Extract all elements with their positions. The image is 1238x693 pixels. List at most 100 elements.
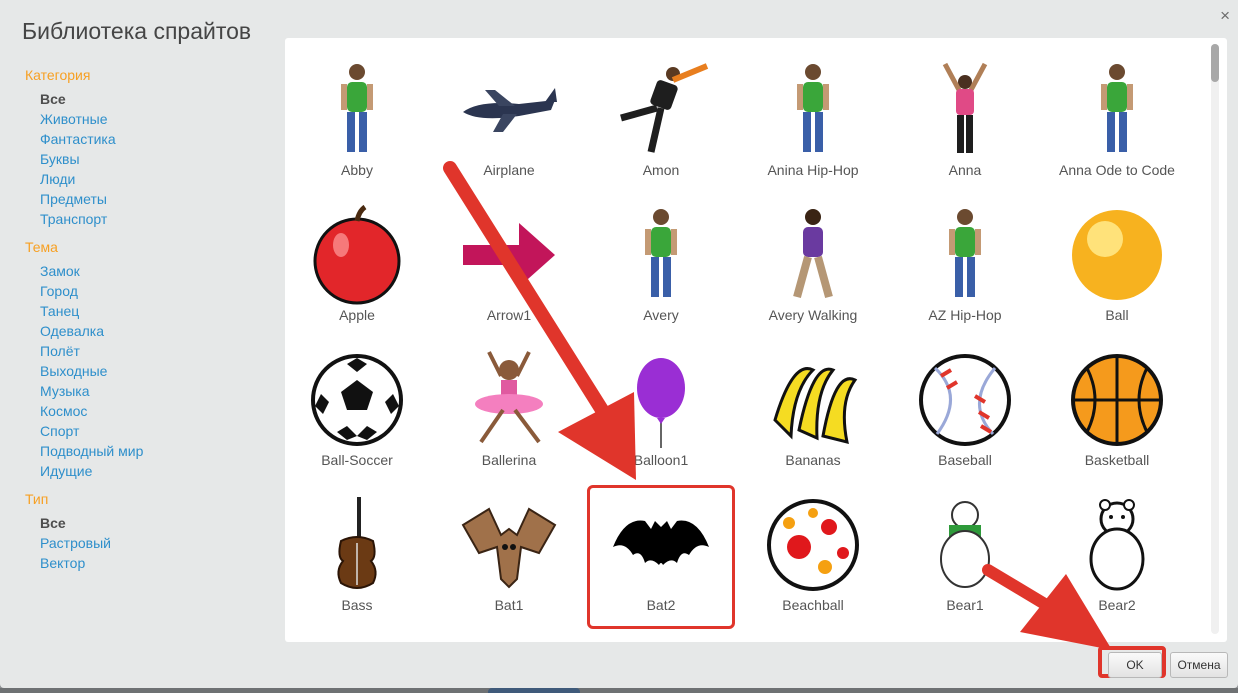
person-arms-up-icon bbox=[942, 62, 988, 153]
bananas-icon bbox=[773, 367, 858, 445]
sprite-name: Bat2 bbox=[646, 597, 676, 613]
beachball-icon bbox=[767, 499, 859, 591]
cancel-button[interactable]: Отмена bbox=[1170, 652, 1228, 678]
sprite-item[interactable]: Bass bbox=[285, 487, 429, 627]
sidebar-filter-item[interactable]: Предметы bbox=[25, 189, 265, 209]
sidebar-filter-item[interactable]: Транспорт bbox=[25, 209, 265, 229]
sprite-item[interactable]: Baseball bbox=[893, 342, 1037, 482]
sprite-item[interactable]: Anna bbox=[893, 52, 1037, 192]
dancer-icon bbox=[620, 63, 709, 153]
sprite-item[interactable]: Balloon1 bbox=[589, 342, 733, 482]
ball-icon bbox=[1072, 210, 1162, 300]
balloon-icon bbox=[637, 358, 685, 448]
sprite-item[interactable]: Bat2 bbox=[587, 485, 735, 629]
sprite-name: Beachball bbox=[782, 597, 844, 613]
sprite-item[interactable]: Ball-Soccer bbox=[285, 342, 429, 482]
sidebar-filter-item[interactable]: Выходные bbox=[25, 361, 265, 381]
sprite-name: Avery Walking bbox=[768, 307, 858, 323]
sprite-item[interactable]: Anina Hip-Hop bbox=[741, 52, 885, 192]
sidebar-filter-item[interactable]: Полёт bbox=[25, 341, 265, 361]
ok-button[interactable]: OK bbox=[1108, 652, 1162, 678]
bear-icon bbox=[940, 501, 990, 588]
apple-icon bbox=[313, 205, 401, 305]
sidebar-filter-item[interactable]: Люди bbox=[25, 169, 265, 189]
sprite-name: Bananas bbox=[785, 452, 841, 468]
sprite-item[interactable]: Basketball bbox=[1045, 342, 1189, 482]
sprite-item[interactable]: Bat1 bbox=[437, 487, 581, 627]
sprite-name: Anna bbox=[948, 162, 982, 178]
airplane-icon bbox=[463, 88, 557, 132]
sprite-name: Anna Ode to Code bbox=[1059, 162, 1175, 178]
sidebar-filter-item[interactable]: Космос bbox=[25, 401, 265, 421]
sidebar-filter-item[interactable]: Растровый bbox=[25, 533, 265, 553]
sidebar-filter-item[interactable]: Одевалка bbox=[25, 321, 265, 341]
sprite-name: Anina Hip-Hop bbox=[767, 162, 859, 178]
sprite-name: Airplane bbox=[483, 162, 535, 178]
sprite-item[interactable]: Anna Ode to Code bbox=[1045, 52, 1189, 192]
person-icon bbox=[645, 209, 677, 297]
sprite-name: AZ Hip-Hop bbox=[928, 307, 1002, 323]
basketball-icon bbox=[1071, 354, 1163, 446]
bat-silhouette-icon bbox=[613, 520, 709, 565]
person-icon bbox=[797, 64, 829, 152]
sprite-name: Bear1 bbox=[946, 597, 984, 613]
sprite-name: Apple bbox=[339, 307, 375, 323]
sprite-item[interactable]: Bear2 bbox=[1045, 487, 1189, 627]
sidebar-group: Тема Замок Город Танец Одевалка Полёт Выходные… bbox=[25, 239, 265, 481]
sidebar-filter-item[interactable]: Все bbox=[25, 513, 265, 533]
sprite-item[interactable]: Avery Walking bbox=[741, 197, 885, 337]
background-tab bbox=[488, 688, 580, 693]
sidebar-filter-item[interactable]: Подводный мир bbox=[25, 441, 265, 461]
scrollbar-thumb[interactable] bbox=[1211, 44, 1219, 82]
sprite-item[interactable]: Airplane bbox=[437, 52, 581, 192]
sprite-name: Balloon1 bbox=[633, 452, 689, 468]
sprite-item[interactable]: Ballerina bbox=[437, 342, 581, 482]
sidebar-filter-item[interactable]: Вектор bbox=[25, 553, 265, 573]
scrollbar[interactable] bbox=[1211, 44, 1219, 634]
sidebar-filter-item[interactable]: Все bbox=[25, 89, 265, 109]
sprite-item[interactable]: Arrow1 bbox=[437, 197, 581, 337]
sprite-item[interactable]: Abby bbox=[285, 52, 429, 192]
close-icon[interactable]: × bbox=[1220, 6, 1230, 26]
sidebar: Категория Все Животные Фантастика Буквы Люди П… bbox=[25, 62, 265, 583]
person-icon bbox=[949, 209, 981, 297]
sprite-item[interactable]: Amon bbox=[589, 52, 733, 192]
sprite-item[interactable]: AZ Hip-Hop bbox=[893, 197, 1037, 337]
background-strip bbox=[0, 688, 1238, 693]
sidebar-filter-item[interactable]: Замок bbox=[25, 261, 265, 281]
sidebar-filter-item[interactable]: Буквы bbox=[25, 149, 265, 169]
sprite-item[interactable]: Bananas bbox=[741, 342, 885, 482]
sprite-name: Amon bbox=[642, 162, 680, 178]
sprite-item[interactable]: Beachball bbox=[741, 487, 885, 627]
sprite-item[interactable]: Avery bbox=[589, 197, 733, 337]
sidebar-filter-item[interactable]: Город bbox=[25, 281, 265, 301]
sprite-name: Baseball bbox=[938, 452, 992, 468]
sprite-name: Abby bbox=[341, 162, 373, 178]
person-walking-icon bbox=[793, 209, 833, 299]
sprite-item[interactable]: Apple bbox=[285, 197, 429, 337]
bat-icon bbox=[461, 507, 557, 589]
sprite-name: Bear2 bbox=[1098, 597, 1136, 613]
sidebar-group: Тип Все Растровый Вектор bbox=[25, 491, 265, 573]
sidebar-filter-item[interactable]: Танец bbox=[25, 301, 265, 321]
sprite-name: Ball-Soccer bbox=[321, 452, 393, 468]
sidebar-filter-item[interactable]: Спорт bbox=[25, 421, 265, 441]
sprite-name: Basketball bbox=[1084, 452, 1150, 468]
sidebar-filter-item[interactable]: Идущие bbox=[25, 461, 265, 481]
sprite-item[interactable]: Bear1 bbox=[893, 487, 1037, 627]
sidebar-group-heading: Тип bbox=[25, 491, 49, 507]
sprite-name: Bat1 bbox=[494, 597, 524, 613]
sidebar-filter-item[interactable]: Животные bbox=[25, 109, 265, 129]
sprite-name: Arrow1 bbox=[486, 307, 532, 323]
sprite-name: Bass bbox=[341, 597, 373, 613]
sidebar-filter-item[interactable]: Фантастика bbox=[25, 129, 265, 149]
sprite-grid: Abby Airplane Amon Anina Hip-Hop Anna Anna Od… bbox=[285, 38, 1227, 642]
sidebar-filter-item[interactable]: Музыка bbox=[25, 381, 265, 401]
sidebar-group-heading: Категория bbox=[25, 67, 91, 83]
dialog-title: Библиотека спрайтов bbox=[22, 18, 252, 44]
ballerina-icon bbox=[475, 351, 543, 444]
baseball-icon bbox=[919, 354, 1011, 446]
sidebar-group-heading: Тема bbox=[25, 239, 58, 255]
sprite-item[interactable]: Ball bbox=[1045, 197, 1189, 337]
bear-outline-icon bbox=[1089, 499, 1145, 591]
